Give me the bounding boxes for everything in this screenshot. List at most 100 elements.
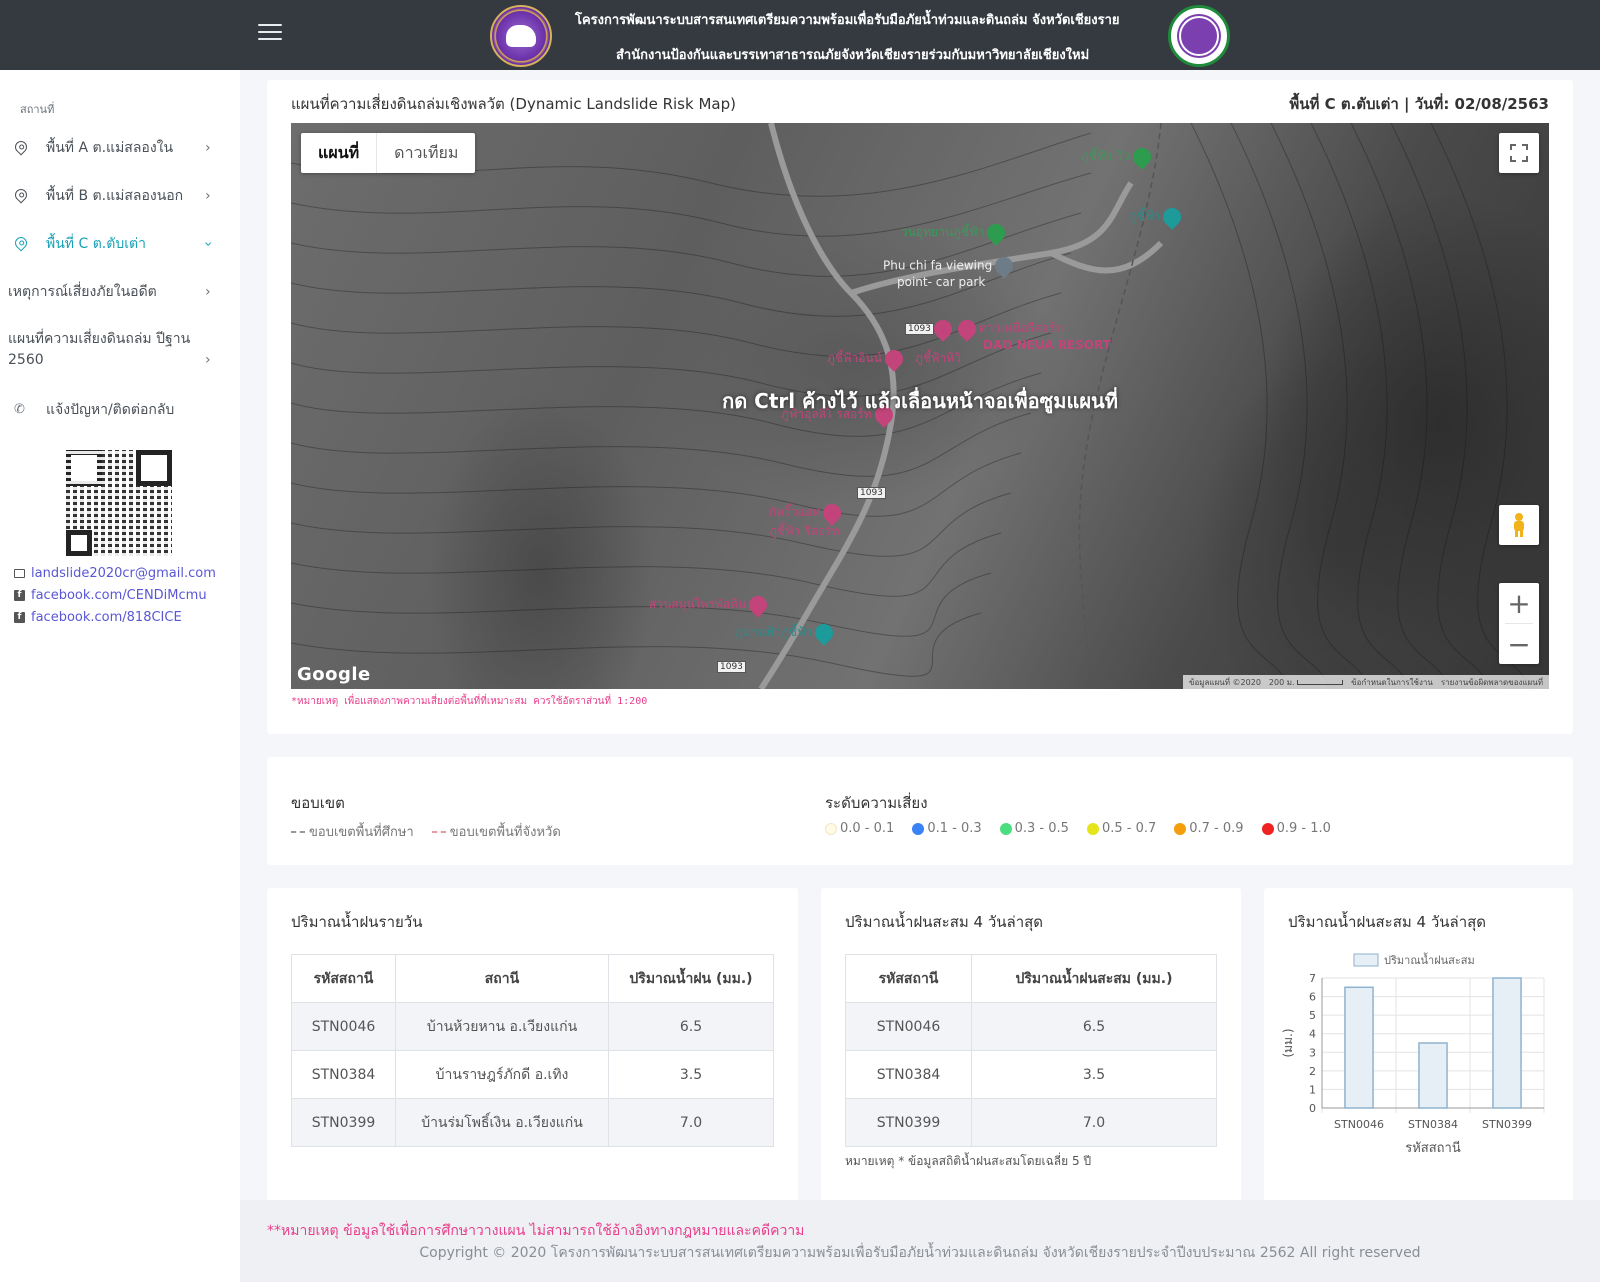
email-icon bbox=[14, 569, 25, 578]
contact-facebook-link-2[interactable]: f facebook.com/818CICE bbox=[14, 610, 182, 625]
table-header: สถานี bbox=[395, 954, 609, 1003]
qr-code bbox=[66, 450, 172, 556]
fullscreen-icon[interactable] bbox=[1499, 133, 1539, 173]
contact-facebook-text-1: facebook.com/CENDiMcmu bbox=[31, 588, 207, 603]
cumulative-rain-table: รหัสสถานี ปริมาณน้ำฝนสะสม (มม.) STN0046 … bbox=[845, 954, 1217, 1147]
poi-marker-icon bbox=[930, 315, 956, 342]
cumulative-rain-title: ปริมาณน้ำฝนสะสม 4 วันล่าสุด bbox=[845, 913, 1044, 931]
contact-email-text: landslide2020cr@gmail.com bbox=[31, 566, 216, 581]
poi-marker-icon bbox=[991, 253, 1017, 279]
x-axis-title: รหัสสถานี bbox=[1405, 1140, 1461, 1156]
street-view-pegman-icon[interactable] bbox=[1499, 505, 1539, 545]
cumulative-rain-bar-chart: ปริมาณน้ำฝนสะสม 0 1 2 3 4 5 6 7 STN0046 STN0384 STN… bbox=[1281, 952, 1545, 1156]
risk-legend-label: 0.5 - 0.7 bbox=[1101, 821, 1157, 836]
map-data-credit[interactable]: ข้อมูลแผนที่ ©2020 bbox=[1189, 676, 1261, 689]
risk-legend-label: 0.1 - 0.3 bbox=[927, 821, 982, 836]
poi-marker-icon bbox=[1128, 143, 1155, 170]
chevron-right-icon: › bbox=[205, 140, 211, 156]
map-poi[interactable]: วนอุทยานภูชี้ฟ้า bbox=[901, 219, 1010, 246]
sidebar-item-area-a[interactable]: พื้นที่ A ต.แม่สลองใน › bbox=[0, 138, 240, 158]
map-type-satellite-button[interactable]: ดาวเทียม bbox=[377, 133, 475, 173]
table-row: STN0384 บ้านราษฎร์ภักดี อ.เทิง 3.5 bbox=[291, 1050, 774, 1099]
legend-swatch bbox=[1353, 953, 1379, 967]
daily-rain-table: รหัสสถานี สถานี ปริมาณน้ำฝน (มม.) STN004… bbox=[291, 954, 774, 1147]
map-card-title: แผนที่ความเสี่ยงดินถล่มเชิงพลวัต (Dynami… bbox=[291, 95, 736, 113]
map-report-link[interactable]: รายงานข้อผิดพลาดของแผนที่ bbox=[1441, 676, 1543, 689]
poi-label: ดาวเหนือรีสอร์ท bbox=[979, 321, 1064, 335]
map-poi[interactable]: ภูชี้ฟ้าหิวิ bbox=[915, 349, 961, 368]
sidebar-section-label: สถานที่ bbox=[20, 103, 55, 116]
risk-color-dot-icon bbox=[825, 822, 837, 835]
poi-marker-icon bbox=[881, 345, 907, 372]
sidebar-item-base-risk-map[interactable]: แผนที่ความเสี่ยงดินถล่ม ปีฐาน 2560 › bbox=[0, 328, 240, 372]
sidebar-item-past-events[interactable]: เหตุการณ์เสี่ยงภัยในอดีต › bbox=[0, 282, 240, 302]
poi-marker-icon bbox=[983, 219, 1010, 246]
table-row: STN0046 บ้านห้วยหาน อ.เวียงแก่น 6.5 bbox=[291, 1002, 774, 1051]
risk-legend-item: 0.3 - 0.5 bbox=[999, 821, 1069, 836]
chevron-right-icon: › bbox=[205, 188, 211, 204]
contact-facebook-link-1[interactable]: f facebook.com/CENDiMcmu bbox=[14, 588, 207, 603]
road-number-tag: 1093 bbox=[857, 487, 886, 499]
x-tick-label: STN0384 bbox=[1408, 1118, 1458, 1131]
cumulative-rainfall-cell: 7.0 bbox=[971, 1098, 1217, 1147]
station-code-cell: STN0384 bbox=[845, 1050, 972, 1099]
landslide-map[interactable]: แผนที่ ดาวเทียม + − ภูชี้ฟ้า วิว ภูชี้ฟ้… bbox=[291, 123, 1549, 689]
sidebar-item-area-b[interactable]: พื้นที่ B ต.แม่สลองนอก › bbox=[0, 186, 240, 206]
poi-label: วนอุทยานภูชี้ฟ้า bbox=[901, 225, 985, 239]
chart-card-title: ปริมาณน้ำฝนสะสม 4 วันล่าสุด bbox=[1288, 913, 1487, 931]
map-poi[interactable]: กัตวิ๊วแอท ภูชี้ฟ้า รีสอร์ท bbox=[769, 499, 846, 541]
risk-legend-label: 0.7 - 0.9 bbox=[1189, 821, 1244, 836]
boundary-legend-title: ขอบเขต bbox=[291, 794, 345, 812]
y-tick-label: 7 bbox=[1309, 972, 1316, 985]
poi-marker-icon bbox=[745, 591, 772, 618]
table-header: ปริมาณน้ำฝน (มม.) bbox=[608, 954, 774, 1003]
sidebar-item-contact[interactable]: ✆ แจ้งปัญหา/ติดต่อกลับ bbox=[0, 400, 240, 420]
bar-stn0384 bbox=[1418, 1042, 1448, 1109]
sidebar-item-label: แจ้งปัญหา/ติดต่อกลับ bbox=[46, 402, 175, 418]
map-poi[interactable]: Phu chi fa viewing point- car park bbox=[883, 253, 1017, 289]
map-pin-icon bbox=[12, 186, 30, 204]
chevron-right-icon: › bbox=[205, 352, 211, 368]
boundary-legend: ขอบเขตพื้นที่ศึกษา ขอบเขตพื้นที่จังหวัด bbox=[291, 821, 575, 842]
poi-label: ภูม่านฟ้าภูชี้ฟ้า bbox=[735, 625, 813, 639]
map-type-map-button[interactable]: แผนที่ bbox=[301, 133, 378, 173]
daily-rain-card: ปริมาณน้ำฝนรายวัน รหัสสถานี สถานี ปริมาณ… bbox=[267, 888, 798, 1204]
university-logo bbox=[1168, 5, 1230, 67]
poi-label: กัตวิ๊วแอท bbox=[769, 505, 821, 519]
y-tick-label: 3 bbox=[1309, 1046, 1316, 1059]
map-poi[interactable]: สวนสมุนไพรพัสดิน bbox=[649, 591, 772, 618]
sidebar-item-area-c[interactable]: พื้นที่ C ต.ตับเต่า › bbox=[0, 234, 240, 254]
risk-color-dot-icon bbox=[912, 822, 925, 835]
station-code-cell: STN0384 bbox=[291, 1050, 396, 1099]
map-poi[interactable]: ดาวเหนือรีสอร์ท DAO NEUA RESORT bbox=[930, 315, 1111, 352]
map-poi[interactable]: ภูชี้ฟ้าอินน์ bbox=[827, 345, 907, 372]
table-row: STN0384 3.5 bbox=[845, 1050, 1217, 1099]
poi-label: ภูชี้ฟ้าอินน์ bbox=[827, 351, 882, 365]
map-zoom-hint: กด Ctrl ค้างไว้ แล้วเลื่อนหน้าจอเพื่อซูม… bbox=[722, 389, 1118, 413]
map-scale-note: *หมายเหตุ เพื่อแสดงภาพความเสี่ยงต่อพื้นท… bbox=[291, 696, 648, 707]
zoom-in-button[interactable]: + bbox=[1499, 583, 1539, 623]
x-tick-label: STN0399 bbox=[1482, 1118, 1532, 1131]
contact-facebook-text-2: facebook.com/818CICE bbox=[31, 610, 182, 625]
station-code-cell: STN0046 bbox=[845, 1002, 972, 1051]
map-terms-link[interactable]: ข้อกำหนดในการใช้งาน bbox=[1351, 676, 1433, 689]
station-code-cell: STN0399 bbox=[845, 1098, 972, 1147]
boundary-legend-label: ขอบเขตพื้นที่ศึกษา bbox=[309, 825, 414, 840]
map-poi[interactable]: ภูชี้ฟ้า วิว bbox=[1081, 143, 1155, 170]
risk-legend: 0.0 - 0.1 0.1 - 0.3 0.3 - 0.5 0.5 - 0.7 0.7 … bbox=[825, 821, 1345, 836]
table-row: STN0399 บ้านร่มโพธิ์เงิน อ.เวียงแก่น 7.0 bbox=[291, 1098, 774, 1147]
cumulative-rain-card: ปริมาณน้ำฝนสะสม 4 วันล่าสุด รหัสสถานี ปร… bbox=[821, 888, 1241, 1204]
risk-legend-item: 0.7 - 0.9 bbox=[1174, 821, 1244, 836]
zoom-out-button[interactable]: − bbox=[1499, 624, 1539, 664]
table-row: STN0399 7.0 bbox=[845, 1098, 1217, 1147]
facebook-icon: f bbox=[14, 612, 25, 623]
y-tick-label: 5 bbox=[1309, 1009, 1316, 1022]
legend-card: ขอบเขต ขอบเขตพื้นที่ศึกษา ขอบเขตพื้นที่จ… bbox=[267, 757, 1573, 865]
risk-legend-item: 0.9 - 1.0 bbox=[1261, 821, 1331, 836]
contact-email-link[interactable]: landslide2020cr@gmail.com bbox=[14, 566, 216, 581]
y-tick-label: 4 bbox=[1309, 1028, 1316, 1041]
chevron-down-icon: › bbox=[199, 241, 216, 247]
map-poi[interactable]: ภูชี้ฟ้า bbox=[1129, 203, 1186, 230]
map-poi[interactable]: ภูม่านฟ้าภูชี้ฟ้า bbox=[735, 619, 838, 646]
hamburger-menu-icon[interactable] bbox=[258, 24, 282, 44]
